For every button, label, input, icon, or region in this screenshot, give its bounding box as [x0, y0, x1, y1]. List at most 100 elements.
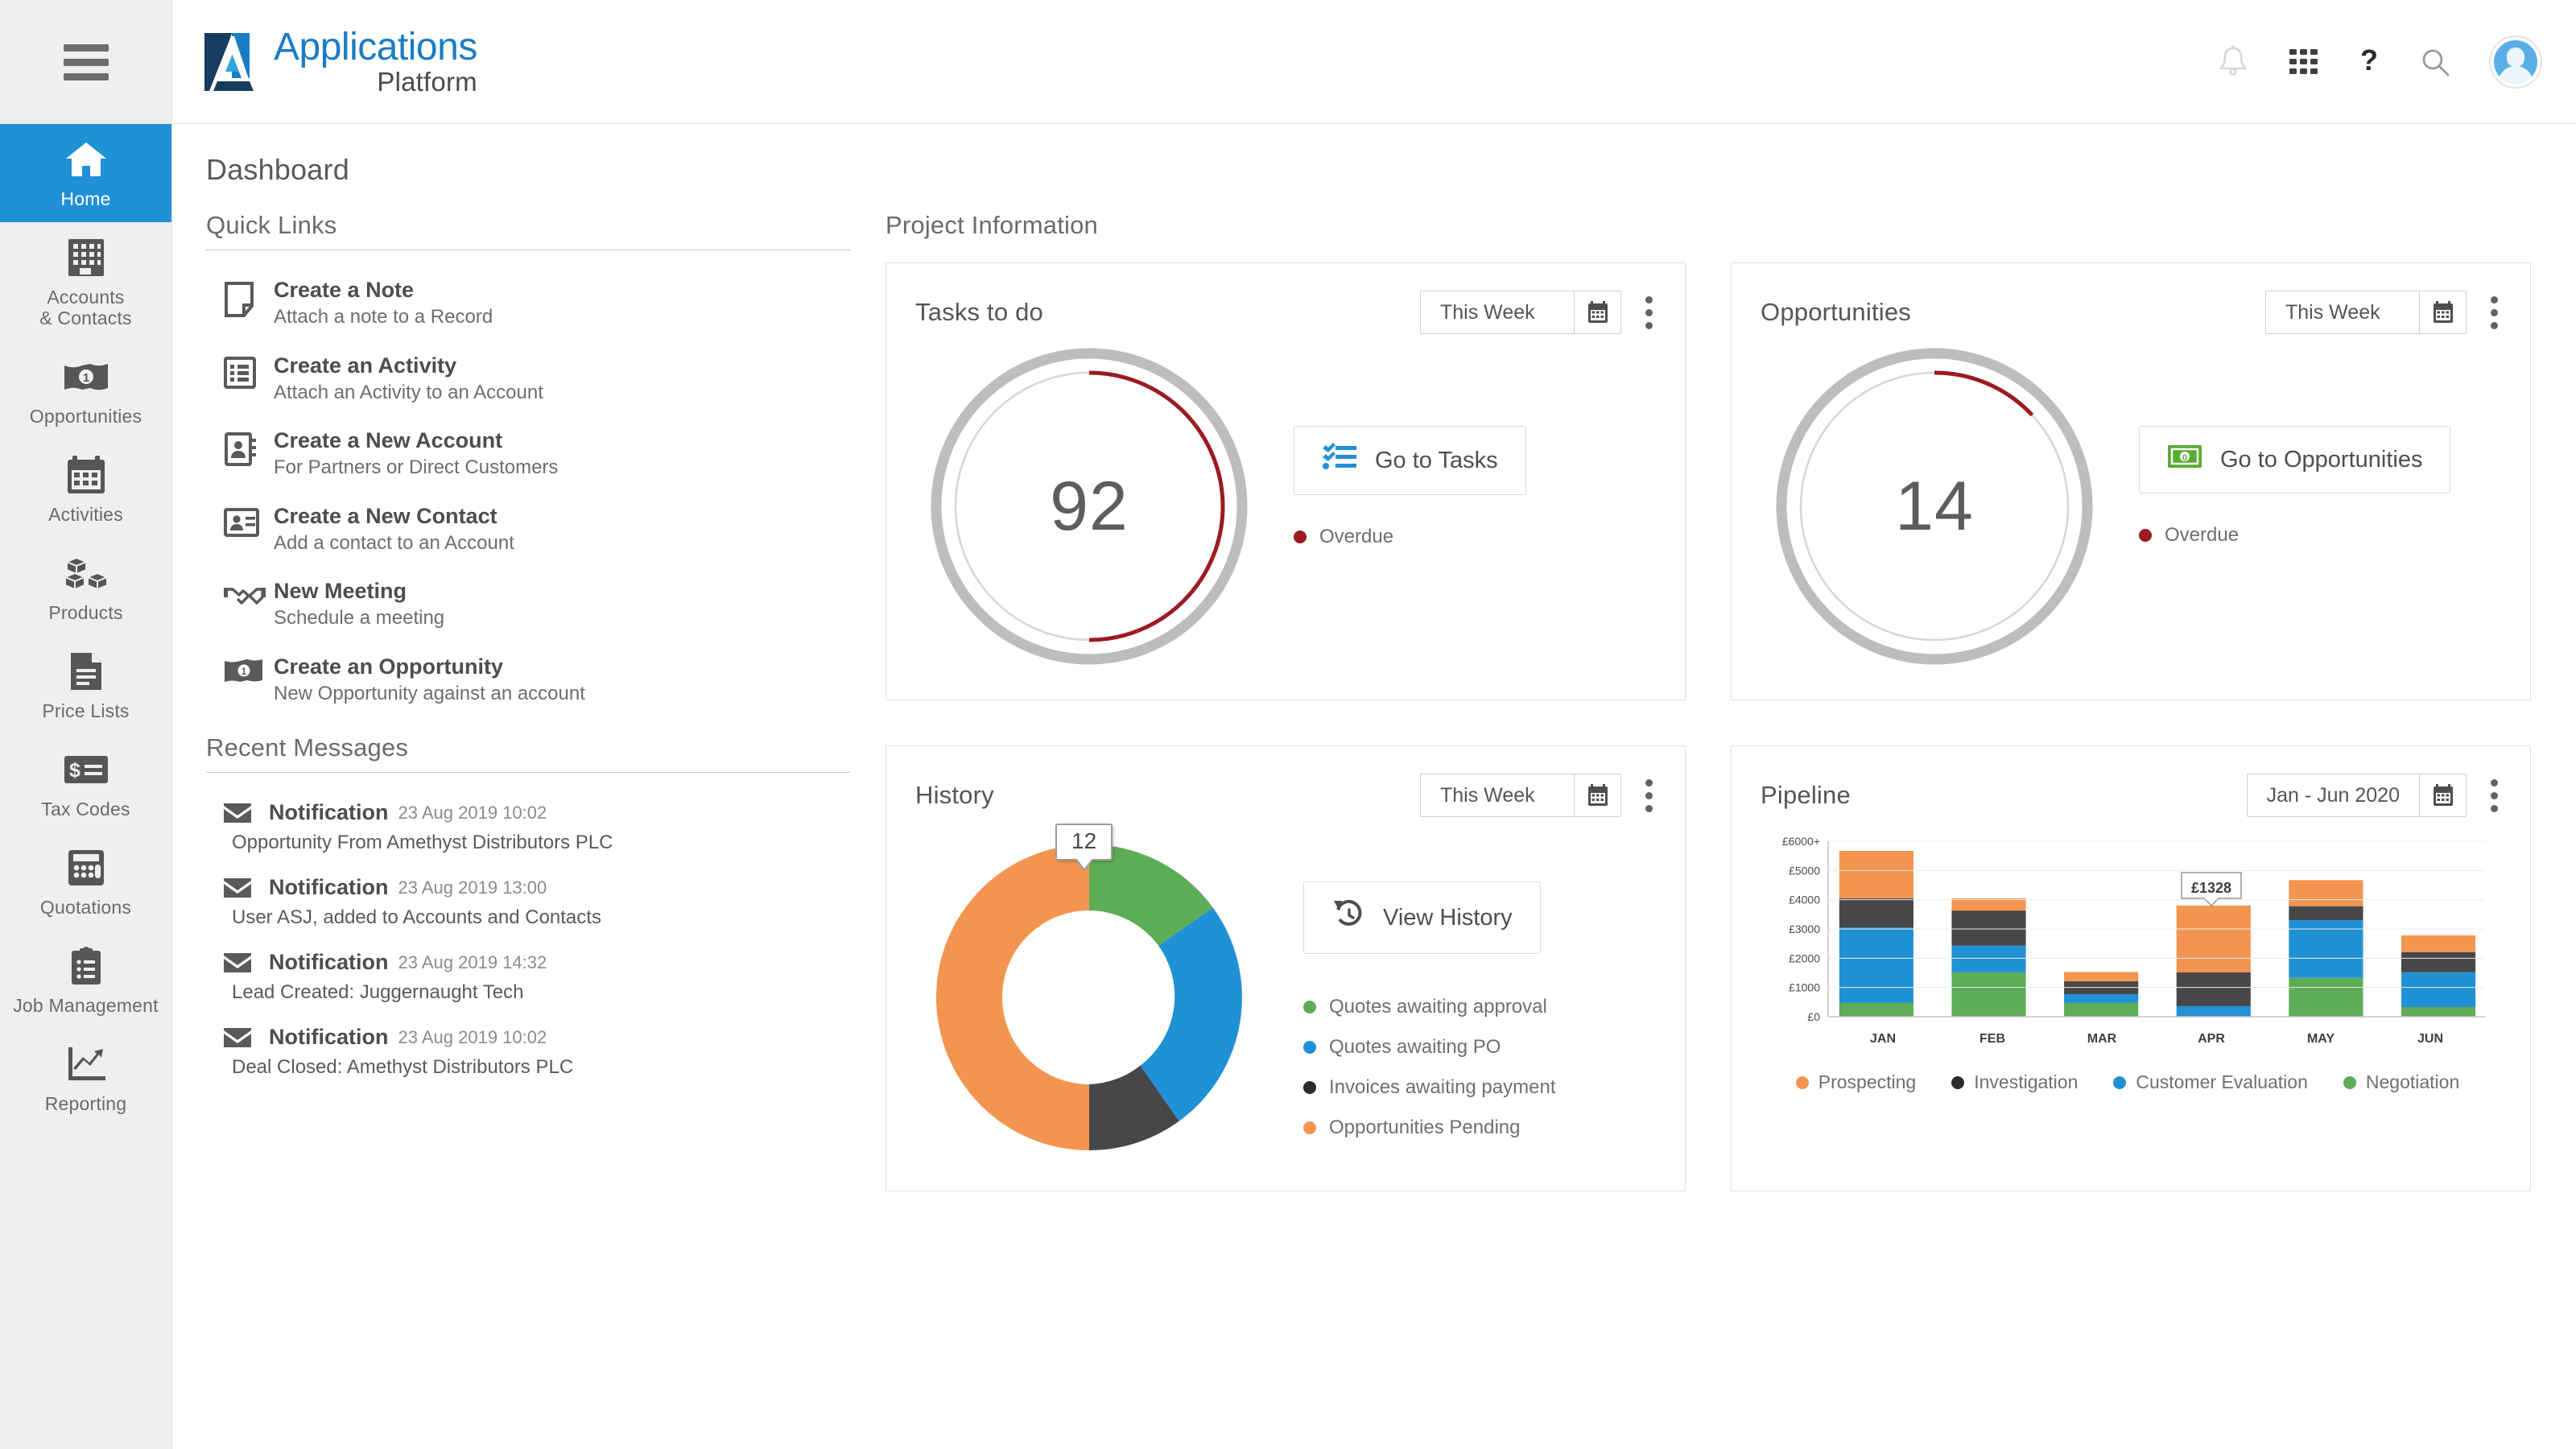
sidebar-item-home[interactable]: Home: [0, 124, 171, 222]
applications-platform-logo-icon: [201, 31, 261, 93]
quick-link-text: New Meeting Schedule a meeting: [274, 579, 444, 631]
quick-link-new-meeting[interactable]: New Meeting Schedule a meeting: [224, 579, 850, 631]
quick-link-create-activity[interactable]: Create an Activity Attach an Activity to…: [224, 353, 850, 406]
card-tools: Jan - Jun 2020: [2246, 774, 2506, 817]
sidebar-item-activities[interactable]: Activities: [0, 440, 171, 538]
legend-label: Invoices awaiting payment: [1329, 1076, 1556, 1098]
quick-link-title: Create a New Contact: [274, 503, 497, 528]
quick-link-create-account[interactable]: Create a New Account For Partners or Dir…: [224, 428, 850, 481]
card-tools: This Week: [1420, 291, 1661, 334]
x-axis-tick-label: FEB: [1979, 1032, 2005, 1046]
sidebar-item-quotations[interactable]: Quotations: [0, 832, 171, 931]
brand-text: Applications Platform: [274, 26, 477, 96]
app-grid-icon[interactable]: [2289, 47, 2318, 76]
legend-color-swatch: [2139, 529, 2152, 542]
message-header: Notification 23 Aug 2019 10:02: [222, 1025, 850, 1050]
hamburger-menu-button[interactable]: [0, 0, 171, 124]
range-select[interactable]: This Week: [2265, 291, 2467, 334]
pipeline-bar-chart: £0 £1000 £2000 £3000 £4000 £5000 £6000+ JAN FEB M…: [1756, 835, 2500, 1051]
list-item[interactable]: Notification 23 Aug 2019 14:32 Lead Crea…: [222, 950, 850, 1004]
go-to-tasks-button[interactable]: Go to Tasks: [1294, 426, 1526, 495]
calendar-icon[interactable]: [2419, 291, 2466, 333]
quick-link-text: Create a Note Attach a note to a Record: [274, 278, 493, 330]
more-vertical-icon[interactable]: [1637, 776, 1661, 815]
quick-link-title: Create a New Account: [274, 428, 503, 452]
y-axis-tick-label: £3000: [1789, 923, 1820, 935]
legend-label: Investigation: [1974, 1071, 2079, 1092]
legend-label: Quotes awaiting approval: [1329, 996, 1547, 1018]
x-axis-tick-label: MAR: [2087, 1032, 2117, 1046]
x-axis-tick-label: JAN: [1870, 1032, 1896, 1046]
svg-text:0: 0: [2182, 453, 2187, 463]
message-date: 23 Aug 2019 10:02: [398, 1026, 547, 1047]
banknote-icon: 1: [224, 654, 274, 683]
opportunities-actions: 0 Go to Opportunities Overdue: [2139, 426, 2451, 547]
calendar-icon[interactable]: [2419, 774, 2466, 816]
legend-row: Quotes awaiting approval: [1303, 996, 1555, 1018]
sidebar-item-accounts-contacts[interactable]: Accounts & Contacts: [0, 222, 171, 341]
sidebar-item-tax-codes[interactable]: $ Tax Codes: [0, 734, 171, 832]
avatar[interactable]: [2491, 36, 2541, 87]
quick-link-create-contact[interactable]: Create a New Contact Add a contact to an…: [224, 504, 850, 556]
range-select[interactable]: Jan - Jun 2020: [2246, 774, 2467, 817]
header-actions: ?: [2217, 36, 2541, 87]
list-item[interactable]: Notification 23 Aug 2019 10:02 Deal Clos…: [222, 1025, 850, 1079]
quick-link-text: Create an Activity Attach an Activity to…: [274, 353, 543, 406]
sidebar-item-reporting[interactable]: Reporting: [0, 1029, 171, 1127]
dashboard-app: Home Accounts & Contacts 1 Opportunities …: [0, 0, 2576, 1449]
more-vertical-icon[interactable]: [2483, 776, 2506, 815]
sidebar-item-price-lists[interactable]: Price Lists: [0, 636, 171, 734]
envelope-icon: [222, 1026, 269, 1049]
legend-color-swatch: [1951, 1075, 1965, 1089]
sidebar-item-label: Price Lists: [42, 700, 130, 721]
sidebar-item-job-management[interactable]: Job Management: [0, 931, 171, 1029]
dollar-card-icon: $: [64, 749, 109, 791]
legend-color-swatch: [1303, 1001, 1316, 1013]
x-axis-tick-label: MAY: [2307, 1032, 2334, 1046]
card-tasks-to-do: Tasks to do This Week 92 Go to Tasks Ove…: [886, 262, 1686, 700]
help-question-icon[interactable]: ?: [2359, 46, 2380, 78]
more-vertical-icon[interactable]: [1637, 293, 1661, 332]
more-vertical-icon[interactable]: [2483, 293, 2506, 332]
clipboard-list-icon: [69, 945, 103, 987]
opportunities-gauge-chart: 14: [1773, 345, 2095, 667]
quick-link-create-opportunity[interactable]: 1 Create an Opportunity New Opportunity …: [224, 654, 850, 707]
card-tools: This Week: [2265, 291, 2506, 334]
quick-link-create-note[interactable]: Create a Note Attach a note to a Record: [224, 278, 850, 330]
calculator-icon: [67, 847, 105, 889]
sidebar-item-label: Reporting: [44, 1093, 127, 1114]
go-to-opportunities-button[interactable]: 0 Go to Opportunities: [2139, 426, 2451, 493]
view-history-button[interactable]: View History: [1303, 881, 1541, 954]
range-value: This Week: [1440, 783, 1535, 807]
pipeline-tooltip: £1328: [2181, 872, 2242, 907]
legend-color-swatch: [1294, 530, 1307, 543]
recent-messages-section: Recent Messages Notification 23 Aug 2019…: [206, 733, 850, 1079]
card-header: History This Week: [886, 746, 1685, 817]
range-select[interactable]: This Week: [1420, 774, 1621, 817]
left-column: Quick Links Create a Note Attach a note …: [206, 211, 850, 1191]
calendar-icon[interactable]: [1574, 291, 1620, 333]
building-icon: [67, 237, 105, 279]
calendar-icon[interactable]: [1574, 774, 1620, 816]
sidebar-item-products[interactable]: Products: [0, 538, 171, 636]
legend-row: Investigation: [1951, 1071, 2078, 1093]
list-item[interactable]: Notification 23 Aug 2019 13:00 User ASJ,…: [222, 875, 850, 929]
legend-color-swatch: [1303, 1121, 1316, 1134]
notifications-bell-icon[interactable]: [2217, 44, 2249, 80]
legend-label: Customer Evaluation: [2136, 1071, 2308, 1092]
quick-link-text: Create a New Contact Add a contact to an…: [274, 504, 514, 556]
sidebar-item-opportunities[interactable]: 1 Opportunities: [0, 341, 171, 440]
boxes-icon: [63, 552, 109, 594]
brand-logo[interactable]: Applications Platform: [201, 28, 477, 95]
list-item[interactable]: Notification 23 Aug 2019 10:02 Opportuni…: [222, 800, 850, 854]
brand-line-1: Applications: [274, 26, 477, 68]
svg-text:1: 1: [82, 371, 89, 385]
document-lines-icon: [69, 650, 103, 692]
message-title: Notification: [269, 1025, 389, 1049]
range-select[interactable]: This Week: [1420, 291, 1621, 334]
history-donut-svg: [936, 844, 1242, 1150]
message-header: Notification 23 Aug 2019 10:02: [222, 800, 850, 825]
quick-link-text: Create a New Account For Partners or Dir…: [274, 428, 558, 481]
hamburger-menu-icon: [63, 43, 109, 80]
search-icon[interactable]: [2420, 47, 2450, 77]
